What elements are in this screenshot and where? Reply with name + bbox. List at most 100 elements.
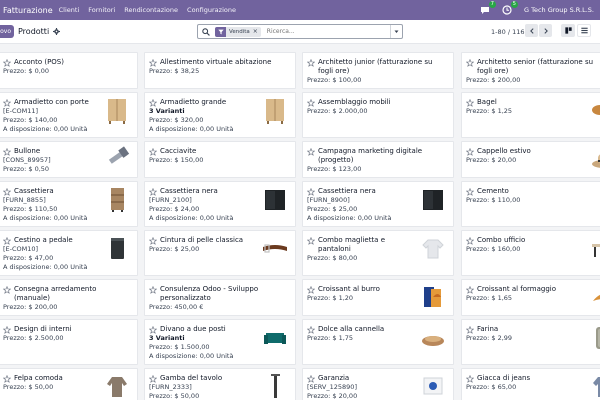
app-name[interactable]: Fatturazione [3,6,53,15]
sweater-icon [103,372,131,400]
product-card[interactable]: Cappello estivo Prezzo: $ 20,00 [461,141,600,178]
new-button[interactable]: ovo [0,25,14,38]
cabinet-wood-icon [103,96,131,124]
star-icon[interactable] [307,58,315,67]
product-card[interactable]: Acconto (POS) Prezzo: $ 0,00 [0,52,138,89]
product-card[interactable]: Cintura di pelle classica Prezzo: $ 25,00 [144,230,296,276]
chat-icon [480,7,489,14]
pager-next-button[interactable] [539,24,552,37]
list-view-button[interactable] [577,24,591,37]
product-card[interactable]: Farina Prezzo: $ 2,99 [461,319,600,365]
product-card[interactable]: Armadietto con porte [E-COM11] Prezzo: $ 1… [0,92,138,138]
product-name: Bullone [14,147,41,155]
product-card[interactable]: Architetto senior (fatturazione su fogli… [461,52,600,89]
star-icon[interactable] [466,285,474,294]
star-icon[interactable] [307,187,315,196]
product-name: Dolce alla cannella [318,325,385,333]
kanban-view-button[interactable] [561,24,575,37]
product-detail: A disposizione: 0,00 Unità [149,352,234,360]
star-icon[interactable] [307,374,315,383]
product-card[interactable]: Cacciavite Prezzo: $ 150,00 [144,141,296,178]
product-kanban: Acconto (POS) Prezzo: $ 0,00 Armadietto co… [0,44,600,400]
product-card[interactable]: Croissant al burro Prezzo: $ 1,20 [302,279,454,316]
star-icon[interactable] [149,374,157,383]
menu-item-fornitori[interactable]: Fornitori [88,6,115,14]
product-card[interactable]: Bagel Prezzo: $ 1,25 [461,92,600,138]
product-card[interactable]: Consulenza Odoo - Sviluppo personalizzat… [144,279,296,316]
product-detail: Prezzo: 450,00 € [149,303,204,311]
product-card[interactable]: Campagna marketing digitale (progetto) Pr… [302,141,454,178]
star-icon[interactable] [149,98,157,107]
product-card[interactable]: Cassettiera nera [FURN_2100] Prezzo: $ 24,… [144,181,296,227]
product-card[interactable]: Assemblaggio mobili Prezzo: $ 2.000,00 [302,92,454,138]
menu-item-configurazione[interactable]: Configurazione [187,6,236,14]
star-icon[interactable] [3,374,11,383]
star-icon[interactable] [3,236,11,245]
star-icon[interactable] [149,187,157,196]
product-card[interactable]: Cassettiera [FURN_8855] Prezzo: $ 110,50 A … [0,181,138,227]
star-icon[interactable] [466,58,474,67]
company-switcher[interactable]: G Tech Group S.R.L.S. [524,6,594,14]
star-icon[interactable] [3,187,11,196]
product-card[interactable]: Garanzia [SERV_125890] Prezzo: $ 20,00 [302,368,454,400]
tshirt-icon [419,234,447,262]
product-card[interactable]: Cestino a pedale [E-COM10] Prezzo: $ 47,00… [0,230,138,276]
product-card[interactable]: Armadietto grande 3 Varianti Prezzo: $ 320… [144,92,296,138]
star-icon[interactable] [3,147,11,156]
product-name: Consegna arredamento (manuale) [14,285,97,302]
chat-button[interactable]: 7 [480,1,496,15]
table-leg-icon [261,372,289,400]
star-icon[interactable] [466,98,474,107]
product-card[interactable]: Giacca di jeans Prezzo: $ 65,00 [461,368,600,400]
star-icon[interactable] [307,285,315,294]
star-icon[interactable] [466,374,474,383]
star-icon[interactable] [3,285,11,294]
product-name: Divano a due posti [160,325,226,333]
star-icon[interactable] [149,58,157,67]
star-icon[interactable] [149,285,157,294]
search-facet: Vendita × [215,26,261,37]
star-icon[interactable] [466,236,474,245]
menu-item-rendicontazione[interactable]: Rendicontazione [124,6,178,14]
product-card[interactable]: Cemento Prezzo: $ 110,00 [461,181,600,227]
star-icon[interactable] [3,325,11,334]
menu-item-clienti[interactable]: Clienti [59,6,80,14]
star-icon[interactable] [466,187,474,196]
product-card[interactable]: Gamba del tavolo [FURN_2333] Prezzo: $ 50,… [144,368,296,400]
star-icon[interactable] [307,325,315,334]
pager-previous-button[interactable] [525,24,538,37]
star-icon[interactable] [3,98,11,107]
pager-value[interactable]: 1-80 / 116 [491,28,524,36]
star-icon[interactable] [149,236,157,245]
product-card[interactable]: Combo maglietta e pantaloni Prezzo: $ 80,… [302,230,454,276]
product-card[interactable]: Combo ufficio Prezzo: $ 160,00 [461,230,600,276]
product-card[interactable]: Design di interni Prezzo: $ 2.500,00 [0,319,138,365]
star-icon[interactable] [3,58,11,67]
filter-icon [215,26,226,37]
star-icon[interactable] [149,147,157,156]
gear-icon[interactable] [53,28,61,35]
search-options-toggle[interactable] [390,25,402,38]
product-card[interactable]: Architetto junior (fatturazione su fogli… [302,52,454,89]
product-name: Armadietto con porte [14,98,89,106]
star-icon[interactable] [466,147,474,156]
search-input[interactable] [266,28,377,35]
product-card[interactable]: Felpa comoda Prezzo: $ 50,00 [0,368,138,400]
product-card[interactable]: Cassettiera nera [FURN_8900] Prezzo: $ 25,… [302,181,454,227]
star-icon[interactable] [307,98,315,107]
star-icon[interactable] [307,147,315,156]
star-icon[interactable] [149,325,157,334]
product-name: Cestino a pedale [14,236,73,244]
star-icon[interactable] [466,325,474,334]
croissant-icon [590,283,600,311]
star-icon[interactable] [307,236,315,245]
remove-facet-icon[interactable]: × [253,28,261,35]
product-card[interactable]: Bullone [CONS_89957] Prezzo: $ 0,50 [0,141,138,178]
product-card[interactable]: Consegna arredamento (manuale) Prezzo: $ … [0,279,138,316]
product-card[interactable]: Divano a due posti 3 Varianti Prezzo: $ 1.… [144,319,296,365]
product-card[interactable]: Allestimento virtuale abitazione Prezzo: … [144,52,296,89]
product-card[interactable]: Croissant al formaggio Prezzo: $ 1,65 [461,279,600,316]
product-card[interactable]: Dolce alla cannella Prezzo: $ 1,75 [302,319,454,365]
activity-button[interactable]: 5 [502,1,518,15]
facet-label: Vendita [229,28,250,35]
